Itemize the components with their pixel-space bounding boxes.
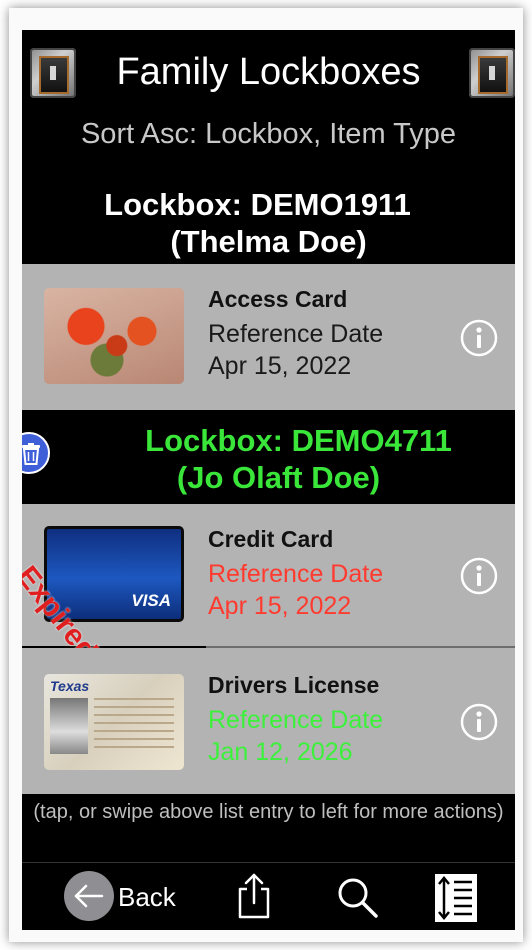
share-icon[interactable] xyxy=(234,873,274,921)
license-details xyxy=(94,698,174,752)
back-button[interactable]: Back xyxy=(64,871,184,923)
info-icon[interactable] xyxy=(459,556,499,596)
app-title: Family Lockboxes xyxy=(116,51,421,93)
lockbox-owner: (Jo Olaft Doe) xyxy=(176,460,381,495)
item-name: Credit Card xyxy=(208,526,334,552)
item-reference-date: Apr 15, 2022 xyxy=(208,592,352,620)
item-details: Drivers License Reference Date Jan 12, 2… xyxy=(208,670,383,768)
list-item-drivers-license[interactable]: Texas Drivers License Reference Date Jan… xyxy=(22,648,515,794)
item-reference-label: Reference Date xyxy=(208,320,384,348)
license-state: Texas xyxy=(50,678,90,694)
trash-icon xyxy=(22,443,40,465)
item-reference-label: Reference Date xyxy=(208,560,384,588)
list-item-access-card[interactable]: Access Card Reference Date Apr 15, 2022 xyxy=(22,264,515,410)
sort-icon[interactable] xyxy=(434,873,478,923)
license-photo xyxy=(50,698,88,754)
lockbox-owner: (Thelma Doe) xyxy=(170,224,367,259)
item-reference-date: Apr 15, 2022 xyxy=(208,352,352,380)
sort-label[interactable]: Sort Asc: Lockbox, Item Type xyxy=(22,116,515,152)
lockbox-icon xyxy=(469,48,515,98)
list-item-credit-card[interactable]: VISA Expired Credit Card Reference Date … xyxy=(22,504,515,667)
item-name: Drivers License xyxy=(208,672,380,698)
swipe-hint: (tap, or swipe above list entry to left … xyxy=(22,796,515,862)
back-arrow-icon xyxy=(74,884,104,908)
item-reference-date: Jan 12, 2026 xyxy=(208,738,353,766)
info-icon[interactable] xyxy=(459,318,499,358)
back-label: Back xyxy=(118,882,176,912)
item-reference-label: Reference Date xyxy=(208,706,384,734)
bottom-toolbar: Back xyxy=(22,862,515,930)
lockbox-header: Lockbox: DEMO1911 (Thelma Doe) xyxy=(22,180,515,264)
info-icon[interactable] xyxy=(459,702,499,742)
back-circle xyxy=(64,871,114,921)
app-header: Family Lockboxes xyxy=(22,30,515,120)
lockbox-title: Lockbox: DEMO4711 xyxy=(145,423,452,458)
card-brand: VISA xyxy=(131,591,171,610)
item-details: Access Card Reference Date Apr 15, 2022 xyxy=(208,284,383,382)
lockbox-header: Lockbox: DEMO4711 (Jo Olaft Doe) xyxy=(22,414,515,504)
lockbox-title: Lockbox: DEMO1911 xyxy=(104,187,411,222)
flower-card-image xyxy=(44,288,184,384)
search-icon[interactable] xyxy=(336,876,380,920)
item-details: Credit Card Reference Date Apr 15, 2022 xyxy=(208,524,383,622)
item-name: Access Card xyxy=(208,286,348,312)
drivers-license-image: Texas xyxy=(44,674,184,770)
app-screen: Family Lockboxes Sort Asc: Lockbox, Item… xyxy=(22,30,515,930)
